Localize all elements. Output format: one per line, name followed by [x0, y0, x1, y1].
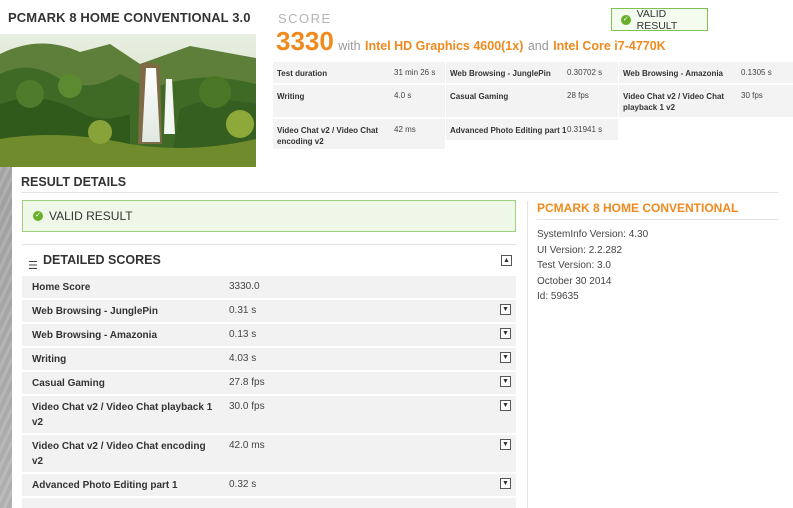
- score-row-web-junglepin[interactable]: Web Browsing - JunglePin 0.31 s ▼: [22, 300, 516, 322]
- stat-value: 28 fps: [567, 91, 589, 100]
- valid-result-badge-label: VALID RESULT: [636, 7, 678, 32]
- score-row-casual-gaming[interactable]: Casual Gaming 27.8 fps ▼: [22, 372, 516, 394]
- score-row-label: Video Chat v2 / Video Chat encoding v2: [32, 441, 206, 467]
- stat-label: Test duration: [277, 69, 328, 78]
- score-row-video-chat-encoding[interactable]: Video Chat v2 / Video Chat encoding v2 4…: [22, 435, 516, 472]
- valid-result-banner: ✓ VALID RESULT: [22, 200, 516, 232]
- stat-value: 30 fps: [741, 91, 763, 100]
- score-row-photo-editing[interactable]: Advanced Photo Editing part 1 0.32 s ▼: [22, 474, 516, 496]
- stat-value: 31 min 26 s: [394, 68, 436, 77]
- chevron-down-icon[interactable]: ▼: [500, 439, 511, 450]
- title-bar: PCMARK 8 HOME CONVENTIONAL 3.0: [0, 0, 256, 34]
- test-version: Test Version: 3.0: [537, 260, 611, 271]
- score-row-label: Web Browsing - Amazonia: [32, 330, 158, 341]
- score-with-text: with: [338, 39, 361, 53]
- score-card: SCORE 3330 with Intel HD Graphics 4600(1…: [258, 0, 793, 167]
- chevron-down-icon[interactable]: ▼: [500, 352, 511, 363]
- stat-label: Advanced Photo Editing part 1: [450, 126, 567, 135]
- score-value: 3330: [276, 26, 334, 56]
- chevron-down-icon[interactable]: ▼: [500, 400, 511, 411]
- stat-label: Video Chat v2 / Video Chat playback 1 v2: [623, 92, 725, 112]
- score-row-value: 27.8 fps: [229, 377, 265, 388]
- score-row-web-amazonia[interactable]: Web Browsing - Amazonia 0.13 s ▼: [22, 324, 516, 346]
- score-row-value: 42.0 ms: [229, 440, 265, 451]
- stat-writing: Writing 4.0 s: [273, 85, 445, 118]
- ui-version: UI Version: 2.2.282: [537, 244, 623, 256]
- score-and-text: and: [527, 39, 549, 53]
- stat-value: 0.1305 s: [741, 68, 772, 77]
- score-row-value: 3330.0: [229, 281, 260, 292]
- score-label: SCORE: [278, 11, 332, 26]
- stat-value: 0.30702 s: [567, 68, 603, 77]
- column-divider: [527, 201, 528, 508]
- divider: [22, 244, 516, 245]
- stat-web-amazonia: Web Browsing - Amazonia 0.1305 s: [619, 62, 793, 84]
- stat-photo-editing: Advanced Photo Editing part 1 0.31941 s: [446, 119, 618, 141]
- stat-value: 0.31941 s: [567, 125, 603, 134]
- score-row-value: 4.03 s: [229, 353, 257, 364]
- chevron-down-icon[interactable]: ▼: [500, 328, 511, 339]
- result-details-title: RESULT DETAILS: [21, 175, 127, 189]
- stat-label: Web Browsing - Amazonia: [623, 69, 724, 78]
- score-row-value: 0.13 s: [229, 329, 257, 340]
- check-circle-icon: ✓: [621, 14, 631, 25]
- result-id: Id: 59635: [537, 291, 579, 302]
- systeminfo-version: SystemInfo Version: 4.30: [537, 229, 649, 240]
- valid-result-badge: ✓ VALID RESULT: [611, 7, 708, 32]
- chevron-down-icon[interactable]: ▼: [500, 304, 511, 315]
- score-row-video-chat-playback[interactable]: Video Chat v2 / Video Chat playback 1 v2…: [22, 396, 516, 433]
- detailed-scores-header[interactable]: ☰ DETAILED SCORES ▲: [22, 250, 516, 276]
- chevron-down-icon[interactable]: ▼: [500, 478, 511, 489]
- divider: [537, 219, 779, 220]
- list-icon: ☰: [28, 260, 38, 272]
- result-details-section: RESULT DETAILS ✓ VALID RESULT ☰ DETAILED…: [12, 167, 793, 508]
- stat-casual-gaming: Casual Gaming 28 fps: [446, 85, 618, 118]
- cpu-link[interactable]: Intel Core i7-4770K: [553, 39, 666, 53]
- score-row-partial: [22, 498, 516, 508]
- score-row-label: Casual Gaming: [32, 378, 105, 389]
- system-info-panel: PCMARK 8 HOME CONVENTIONAL SystemInfo Ve…: [537, 201, 787, 305]
- score-row-label: Web Browsing - JunglePin: [32, 306, 158, 317]
- stat-video-chat-playback: Video Chat v2 / Video Chat playback 1 v2…: [619, 85, 793, 118]
- stat-label: Video Chat v2 / Video Chat encoding v2: [277, 126, 379, 146]
- score-row-label: Home Score: [32, 282, 91, 293]
- score-row-home-score: Home Score 3330.0: [22, 276, 516, 298]
- page-title: PCMARK 8 HOME CONVENTIONAL 3.0: [8, 10, 251, 25]
- stat-web-junglepin: Web Browsing - JunglePin 0.30702 s: [446, 62, 618, 84]
- stat-value: 42 ms: [394, 125, 416, 134]
- score-row-value: 0.31 s: [229, 305, 257, 316]
- gpu-link[interactable]: Intel HD Graphics 4600(1x): [365, 39, 523, 53]
- stat-label: Web Browsing - JunglePin: [450, 69, 551, 78]
- benchmark-landscape-image: [0, 34, 256, 167]
- stat-video-chat-encoding: Video Chat v2 / Video Chat encoding v2 4…: [273, 119, 445, 150]
- score-row-label: Writing: [32, 354, 67, 365]
- system-info-lines: SystemInfo Version: 4.30 UI Version: 2.2…: [537, 227, 787, 305]
- score-row-label: Advanced Photo Editing part 1: [32, 480, 178, 491]
- score-row-label: Video Chat v2 / Video Chat playback 1 v2: [32, 402, 213, 428]
- system-info-title: PCMARK 8 HOME CONVENTIONAL: [537, 201, 739, 215]
- score-row-value: 30.0 fps: [229, 401, 265, 412]
- divider: [21, 192, 778, 193]
- stat-test-duration: Test duration 31 min 26 s: [273, 62, 445, 84]
- score-line: 3330 with Intel HD Graphics 4600(1x) and…: [276, 26, 666, 57]
- stat-label: Casual Gaming: [450, 92, 509, 101]
- stat-value: 4.0 s: [394, 91, 412, 100]
- stat-label: Writing: [277, 92, 305, 101]
- chevron-down-icon[interactable]: ▼: [500, 376, 511, 387]
- check-circle-icon: ✓: [33, 211, 43, 221]
- score-row-writing[interactable]: Writing 4.03 s ▼: [22, 348, 516, 370]
- detailed-scores-title: DETAILED SCORES: [43, 253, 161, 267]
- score-row-value: 0.32 s: [229, 479, 257, 490]
- chevron-up-icon[interactable]: ▲: [501, 255, 512, 266]
- result-date: October 30 2014: [537, 275, 612, 287]
- valid-result-banner-label: VALID RESULT: [49, 209, 133, 223]
